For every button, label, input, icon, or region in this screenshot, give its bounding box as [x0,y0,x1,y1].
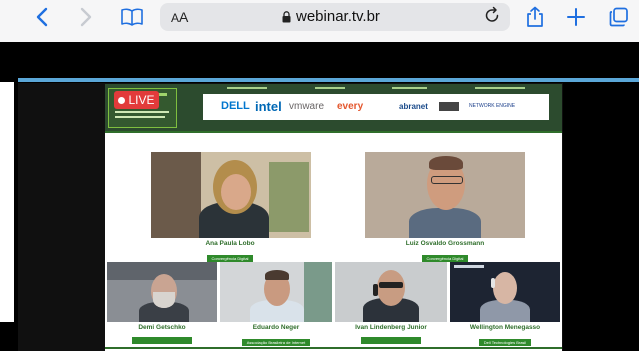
address-bar[interactable]: AA webinar.tv.br [160,3,510,31]
participant-name: Eduardo Neger [252,324,300,331]
book-icon [121,8,143,26]
url-text: webinar.tv.br [296,8,380,25]
participant-name: Ana Paula Lobo [205,240,255,247]
live-label: LIVE [128,93,155,107]
text-size-big-label: A [179,9,189,25]
participant-org: Dell Technologies Brasil [478,339,532,346]
sponsor-intel-logo: intel [255,99,282,114]
participant-name: Demi Getschko [138,324,186,331]
left-edge [0,42,18,351]
video-tile-ivan-lindenberg-junior [335,262,447,322]
tabs-icon [609,7,628,27]
share-icon [527,6,543,27]
plus-icon [567,8,585,26]
forward-button[interactable] [74,5,98,29]
participant-org: Convergência Digital [206,255,254,262]
video-tile-luiz-osvaldo-grossmann [365,152,525,238]
page-header-band [0,42,639,75]
bookmarks-button[interactable] [120,5,144,29]
participant-org [361,337,421,344]
nametag-ivan-lindenberg-junior: Ivan Lindenberg Junior [333,324,449,349]
live-dot-icon [118,96,126,104]
participant-name: Luiz Osvaldo Grossmann [405,240,485,247]
live-badge: LIVE [114,91,159,109]
video-player-letterbox [563,83,639,351]
nametag-wellington-menegasso: Wellington Menegasso Dell Technologies B… [448,324,562,349]
participant-org [132,337,192,344]
reload-button[interactable] [485,6,500,28]
browser-toolbar: AA webinar.tv.br [0,0,639,42]
participant-org: Convergência Digital [421,255,469,262]
chevron-left-icon [36,7,48,27]
participant-name: Ivan Lindenberg Junior [355,324,427,331]
new-tab-button[interactable] [564,5,588,29]
nametag-demi-getschko: Demi Getschko [105,324,219,349]
banner-divider [105,131,562,133]
video-tile-ana-paula-lobo [151,152,311,238]
sponsor-category-labels [203,87,549,89]
page-separator [18,78,639,82]
share-button[interactable] [523,5,547,29]
lock-icon [282,10,291,22]
reload-icon [485,6,499,22]
sponsor-every-logo: every [337,101,364,112]
sponsor-network-engine-logo: NETWORK ENGINE [469,103,516,109]
sponsor-vmware-logo: vmware [289,101,325,112]
sponsor-dell-logo: DELL [221,100,250,112]
footer-divider [105,347,562,349]
url-display[interactable]: webinar.tv.br [282,8,380,25]
chevron-right-icon [80,7,92,27]
text-size-button[interactable]: AA [171,9,188,25]
participant-name: Wellington Menegasso [469,324,541,331]
sponsor-strip: DELL intel vmware every abranet NETWORK … [203,94,549,120]
video-tile-eduardo-neger [220,262,332,322]
video-tile-wellington-menegasso [450,262,560,322]
stream-frame: DELL intel vmware every abranet NETWORK … [105,84,562,351]
video-tile-demi-getschko [107,262,217,322]
back-button[interactable] [30,5,54,29]
text-size-small-label: A [171,11,180,25]
nametag-eduardo-neger: Eduardo Neger Associação Brasileira de I… [218,324,334,349]
event-banner: DELL intel vmware every abranet NETWORK … [105,84,562,131]
sponsor-abranet-logo: abranet [399,102,428,111]
participant-org: Associação Brasileira de Internet [241,339,311,346]
sponsor-unknown-logo [439,102,459,111]
tabs-button[interactable] [607,5,631,29]
left-edge-white [0,82,14,322]
